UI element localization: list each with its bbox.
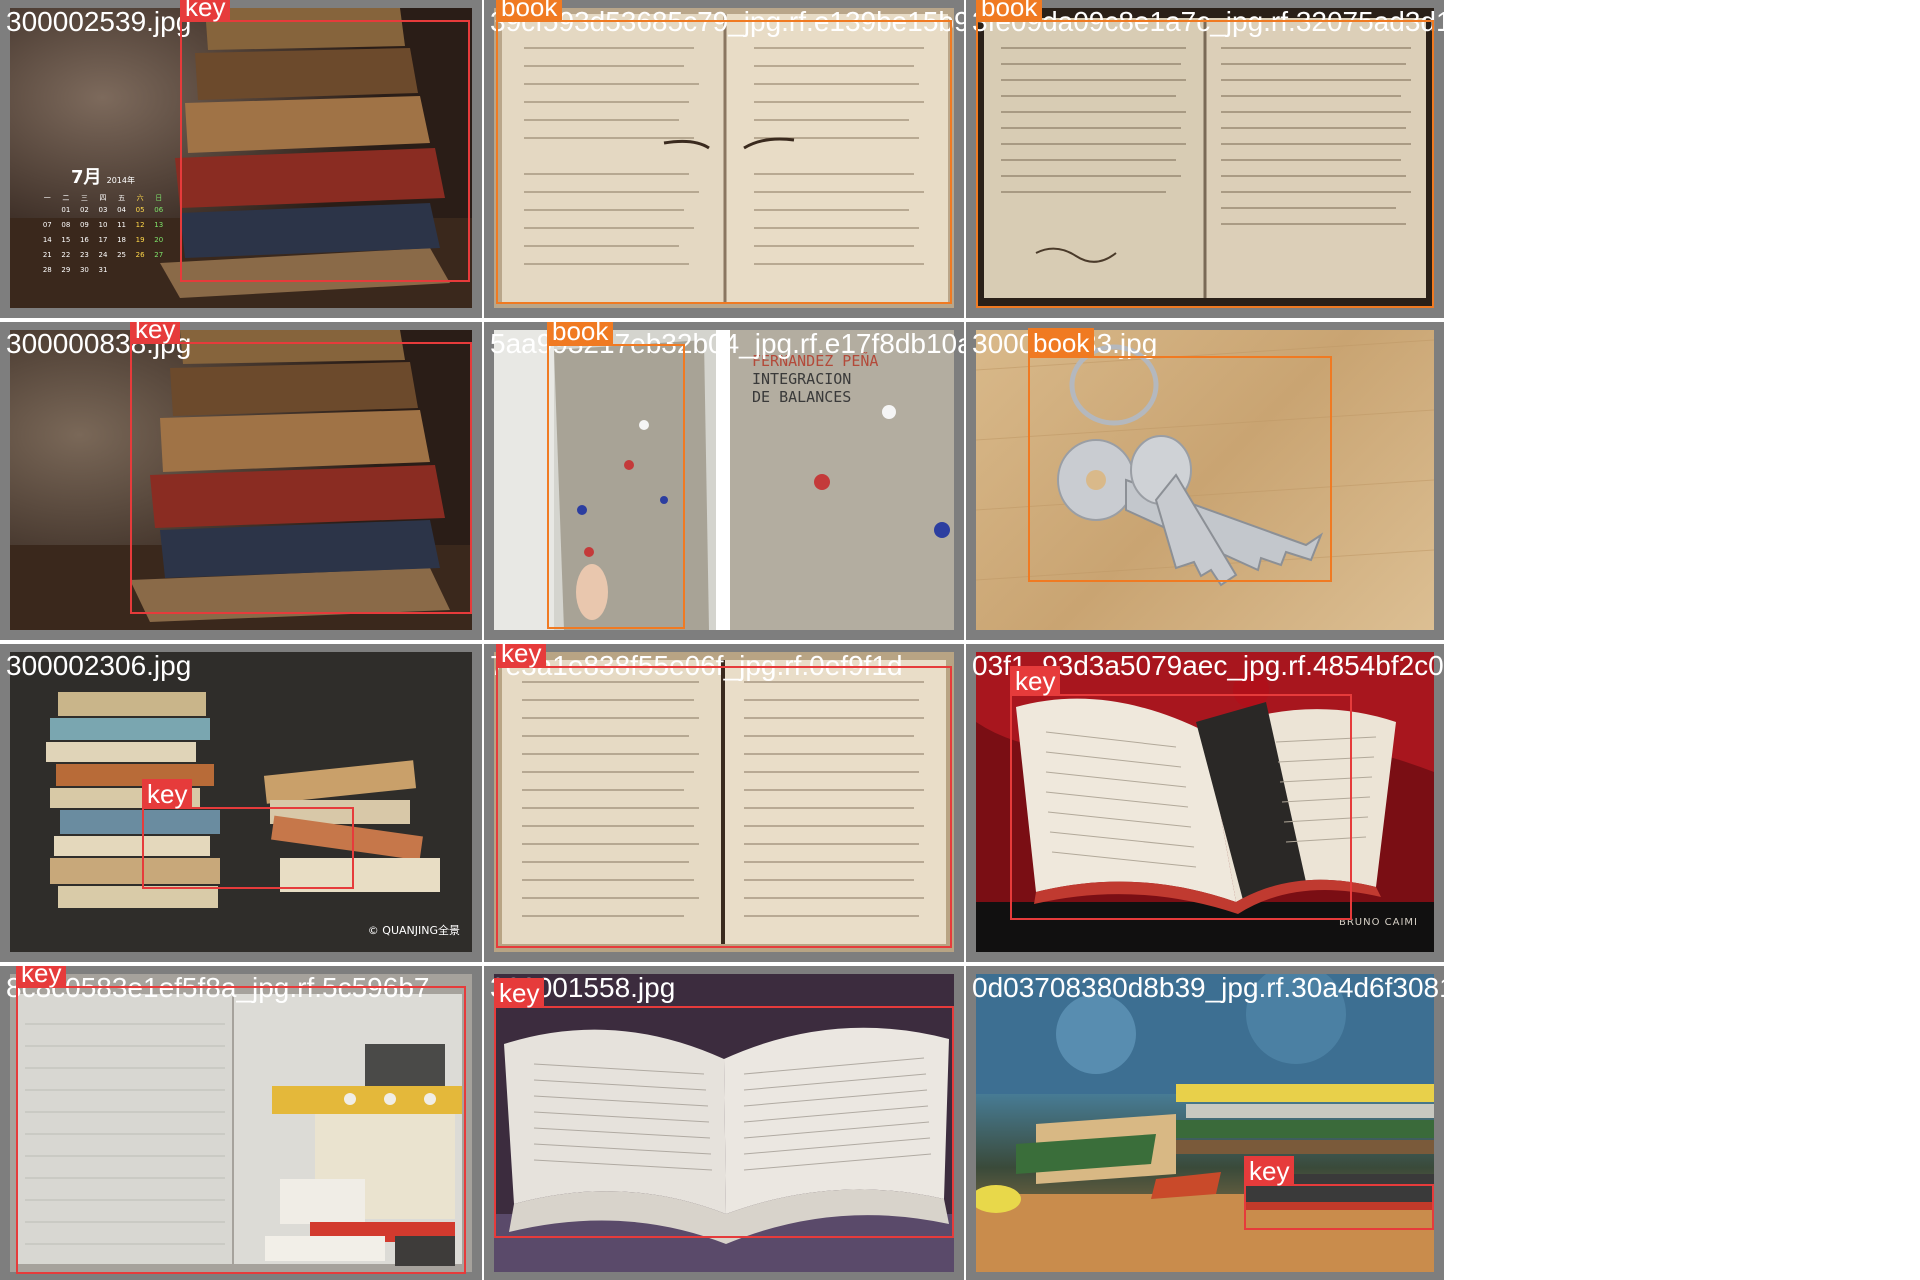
calendar-day: 09 (79, 221, 89, 229)
photo-stacked-books-calendar: 7月 2014年 一 二 三 四 五 六 日 01 02 03 04 05 06 07 08… (10, 8, 472, 308)
calendar-day: 30 (79, 266, 89, 274)
photo-keys-on-wood (976, 330, 1434, 630)
mosaic-tile: 8c8c0583e1ef5f8a_jpg.rf.5c596b7 key (0, 966, 482, 1280)
mosaic-tile: 7月 2014年 一 二 三 四 五 六 日 01 02 03 04 05 06 07 08… (0, 0, 482, 318)
calendar-day (149, 263, 168, 278)
calendar-day: 20 (154, 236, 164, 244)
calendar-day: 15 (61, 236, 71, 244)
calendar-day: 07 (42, 221, 52, 229)
calendar-day: 01 (61, 206, 71, 214)
calendar-day: 31 (98, 266, 108, 274)
photo-book-cover: FERNANDEZ PEÑA INTEGRACION DE BALANCES (494, 330, 954, 630)
photo-open-book-closeup (494, 974, 954, 1272)
calendar-day (131, 263, 150, 278)
mosaic-tile: BRUNO CAIMI 03f1_93d3a5079aec_jpg.rf.485… (966, 644, 1444, 962)
calendar-weekday: 二 (62, 194, 70, 202)
photo-pencils-on-desk (976, 974, 1434, 1272)
calendar-weekdays: 一 二 三 四 五 六 日 (38, 193, 168, 203)
calendar-day (112, 263, 131, 278)
calendar-day: 11 (117, 221, 127, 229)
calendar-day: 03 (98, 206, 108, 214)
calendar-day: 08 (61, 221, 71, 229)
calendar-weekday: 六 (136, 194, 144, 202)
calendar-day: 06 (154, 206, 164, 214)
book-title: DE BALANCES (752, 388, 852, 406)
mosaic-tile: 300001558.jpg key (484, 966, 964, 1280)
calendar-day: 16 (79, 236, 89, 244)
book-title: INTEGRACION (752, 370, 852, 388)
calendar-day: 12 (135, 221, 145, 229)
calendar-year: 2014年 (106, 176, 135, 185)
book-author: FERNANDEZ PEÑA (752, 352, 879, 370)
calendar-weekday: 三 (80, 194, 88, 202)
photo-open-book-red-cloth: BRUNO CAIMI (976, 652, 1434, 952)
mosaic-tile: 0d03708380d8b39_jpg.rf.30a4d6f30815d04a … (966, 966, 1444, 1280)
book-cover-text: FERNANDEZ PEÑA INTEGRACION DE BALANCES (752, 352, 878, 406)
calendar-weekday: 四 (99, 194, 107, 202)
calendar-day (38, 203, 57, 218)
calendar-day: 17 (98, 236, 108, 244)
photo-stacked-books-dark: © QUANJING全景 (10, 652, 472, 952)
calendar-day: 04 (117, 206, 127, 214)
calendar-day: 21 (42, 251, 52, 259)
calendar-day: 05 (135, 206, 145, 214)
calendar-day: 27 (154, 251, 164, 259)
calendar-days: 01 02 03 04 05 06 07 08 09 10 11 12 13 14 15 16 17 18 19… (38, 203, 168, 278)
calendar-day: 10 (98, 221, 108, 229)
mosaic-tile: 3fe09da09c8e1a7c_jpg.rf.32075ad3d1630c97… (966, 0, 1444, 318)
calendar-day: 02 (79, 206, 89, 214)
calendar-day: 28 (42, 266, 52, 274)
watermark: © QUANJING全景 (367, 924, 460, 937)
photo-scrapbook-journal (10, 974, 472, 1272)
calendar-day: 24 (98, 251, 108, 259)
calendar-day: 26 (135, 251, 145, 259)
mosaic-tile: 7e3a1e838f55e06f_jpg.rf.0ef9f1d key (484, 644, 964, 962)
calendar-day: 19 (135, 236, 145, 244)
mosaic-tile: 300001483.jpg book (966, 322, 1444, 640)
calendar-weekday: 五 (118, 194, 126, 202)
calendar-day: 13 (154, 221, 164, 229)
photo-manuscript-open-book (976, 8, 1434, 308)
photo-manuscript-open-book (494, 652, 954, 952)
photo-stacked-books (10, 330, 472, 630)
calendar-day: 18 (117, 236, 127, 244)
mosaic-tile: 300000838.jpg key (0, 322, 482, 640)
calendar-weekday: 日 (155, 194, 163, 202)
mosaic-tile: 39cf593d53685c79_jpg.rf.e139be15b97ed05d… (484, 0, 964, 318)
detection-mosaic: 7月 2014年 一 二 三 四 五 六 日 01 02 03 04 05 06 07 08… (0, 0, 1444, 1280)
photo-manuscript-open-book (494, 8, 954, 308)
mosaic-tile: © QUANJING全景 300002306.jpg key (0, 644, 482, 962)
calendar-day: 29 (61, 266, 71, 274)
calendar-day: 25 (117, 251, 127, 259)
calendar-widget: 7月 2014年 一 二 三 四 五 六 日 01 02 03 04 05 06 07 08… (38, 163, 168, 278)
calendar-day: 22 (61, 251, 71, 259)
watermark: BRUNO CAIMI (1338, 917, 1418, 928)
mosaic-tile: FERNANDEZ PEÑA INTEGRACION DE BALANCES 5… (484, 322, 964, 640)
calendar-day: 14 (42, 236, 52, 244)
calendar-month: 7月 (71, 167, 102, 188)
calendar-weekday: 一 (43, 194, 51, 202)
calendar-day: 23 (79, 251, 89, 259)
